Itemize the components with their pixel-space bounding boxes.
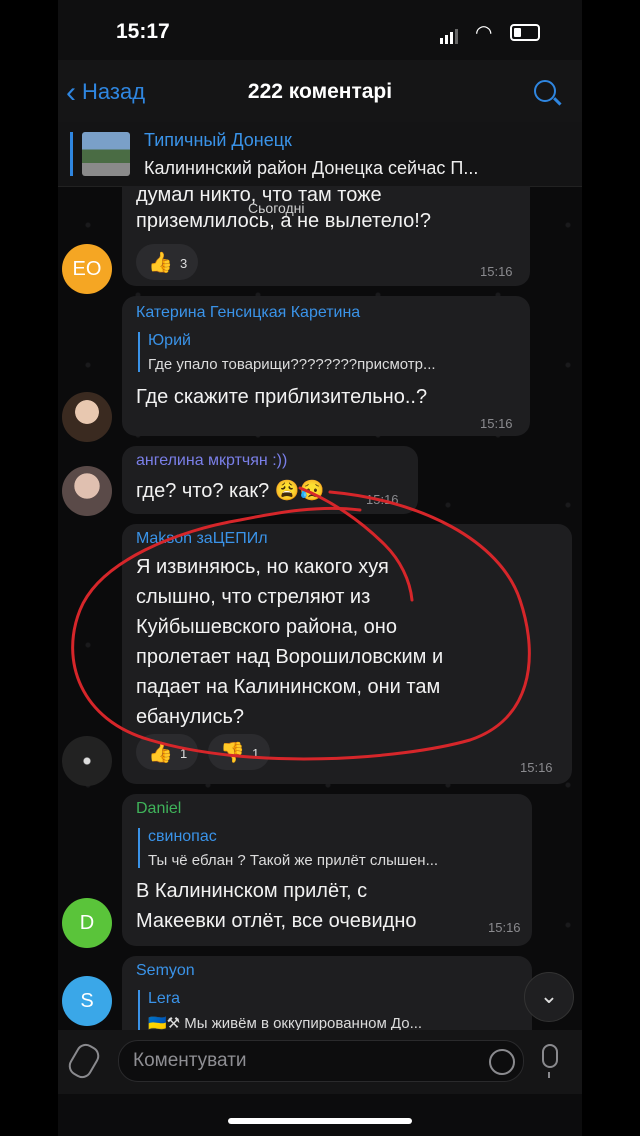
red-annotation-circle	[71, 486, 531, 761]
